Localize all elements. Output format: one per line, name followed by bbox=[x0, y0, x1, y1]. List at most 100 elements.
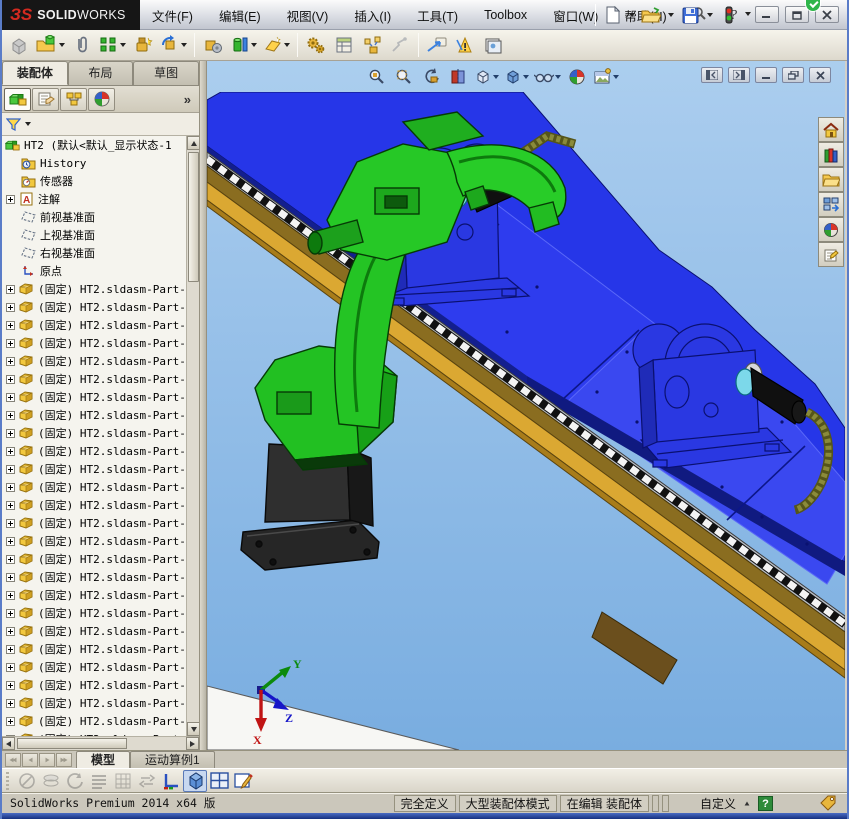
grid-toggle[interactable] bbox=[111, 770, 135, 792]
open-insert-part-button[interactable] bbox=[34, 32, 67, 58]
expand-icon[interactable] bbox=[6, 374, 15, 384]
filter-dropdown-icon[interactable] bbox=[25, 122, 31, 126]
tree-item-fixed-component[interactable]: (固定) HT2.sldasm-Part- bbox=[2, 280, 186, 298]
tree-item-fixed-component[interactable]: (固定) HT2.sldasm-Part- bbox=[2, 388, 186, 406]
expand-icon[interactable] bbox=[6, 482, 15, 492]
tab-motion-study[interactable]: 运动算例1 bbox=[130, 751, 215, 768]
expand-icon[interactable] bbox=[6, 536, 15, 546]
configurationmanager-tab[interactable] bbox=[60, 87, 87, 111]
status-customize[interactable]: 自定义 bbox=[700, 795, 736, 812]
open-dropdown-icon[interactable] bbox=[668, 13, 674, 17]
view-palette-button[interactable] bbox=[818, 192, 844, 217]
menu-toolbox[interactable]: Toolbox bbox=[482, 6, 529, 24]
collapse-pane-left-button[interactable] bbox=[701, 67, 723, 83]
previous-view-button[interactable] bbox=[419, 65, 443, 89]
expand-icon[interactable] bbox=[6, 356, 15, 366]
rotate-component-button[interactable] bbox=[158, 32, 189, 58]
view-orientation-button[interactable] bbox=[473, 65, 500, 89]
tree-item-fixed-component[interactable]: (固定) HT2.sldasm-Part- bbox=[2, 676, 186, 694]
mate-button[interactable] bbox=[69, 32, 95, 58]
scroll-left-button[interactable] bbox=[2, 737, 15, 750]
display-states-toggle[interactable] bbox=[39, 770, 63, 792]
tree-item-fixed-component[interactable]: (固定) HT2.sldasm-Part- bbox=[2, 298, 186, 316]
open-document-button[interactable] bbox=[639, 3, 663, 27]
expand-icon[interactable] bbox=[6, 662, 15, 672]
tree-item-fixed-component[interactable]: (固定) HT2.sldasm-Part- bbox=[2, 694, 186, 712]
expand-icon[interactable] bbox=[6, 590, 15, 600]
tab-model[interactable]: 模型 bbox=[76, 751, 131, 768]
coordinate-system-button[interactable] bbox=[159, 770, 183, 792]
expand-icon[interactable] bbox=[6, 644, 15, 654]
first-tab-button[interactable] bbox=[5, 753, 21, 767]
save-button[interactable] bbox=[678, 3, 702, 27]
insert-component-button[interactable] bbox=[6, 32, 32, 58]
tree-item-fixed-component[interactable]: (固定) HT2.sldasm-Part- bbox=[2, 424, 186, 442]
tree-item-fixed-component[interactable]: (固定) HT2.sldasm-Part- bbox=[2, 334, 186, 352]
section-view-toggle[interactable] bbox=[15, 770, 39, 792]
display-list-toggle[interactable] bbox=[87, 770, 111, 792]
component-pattern-button[interactable] bbox=[97, 32, 128, 58]
tree-item-fixed-component[interactable]: (固定) HT2.sldasm-Part- bbox=[2, 568, 186, 586]
menu-view[interactable]: 视图(V) bbox=[285, 4, 331, 27]
tree-item-fixed-component[interactable]: (固定) HT2.sldasm-Part- bbox=[2, 496, 186, 514]
bill-of-materials-button[interactable] bbox=[331, 32, 357, 58]
tree-item-fixed-component[interactable]: (固定) HT2.sldasm-Part- bbox=[2, 514, 186, 532]
section-view-button[interactable] bbox=[446, 65, 470, 89]
help-button[interactable]: ? bbox=[728, 6, 751, 22]
tree-item-fixed-component[interactable]: (固定) HT2.sldasm-Part- bbox=[2, 478, 186, 496]
expand-icon[interactable] bbox=[6, 446, 15, 456]
exploded-view-button[interactable] bbox=[359, 32, 385, 58]
expand-icon[interactable] bbox=[6, 500, 15, 510]
expand-icon[interactable] bbox=[6, 572, 15, 582]
viewport-layout-button[interactable] bbox=[207, 770, 231, 792]
move-component-button[interactable] bbox=[200, 32, 226, 58]
shaded-with-edges-button[interactable] bbox=[183, 769, 207, 792]
image-capture-button[interactable] bbox=[480, 32, 506, 58]
apply-scene-button[interactable] bbox=[592, 65, 620, 89]
assembly-xpert-button[interactable] bbox=[452, 32, 478, 58]
tree-item-sensors[interactable]: 传感器 bbox=[2, 172, 186, 190]
tree-item-fixed-component[interactable]: (固定) HT2.sldasm-Part- bbox=[2, 442, 186, 460]
save-dropdown-icon[interactable] bbox=[707, 13, 713, 17]
tree-vertical-scrollbar[interactable] bbox=[186, 136, 200, 736]
tree-item-fixed-component[interactable]: (固定) HT2.sldasm-Part- bbox=[2, 640, 186, 658]
menu-tools[interactable]: 工具(T) bbox=[415, 4, 460, 27]
tree-item-fixed-component[interactable]: (固定) HT2.sldasm-Part- bbox=[2, 622, 186, 640]
expand-icon[interactable] bbox=[6, 626, 15, 636]
zoom-to-area-button[interactable] bbox=[392, 65, 416, 89]
tree-item-annotations[interactable]: A 注解 bbox=[2, 190, 186, 208]
propertymanager-tab[interactable] bbox=[32, 87, 59, 111]
scrollbar-thumb[interactable] bbox=[188, 152, 199, 282]
expand-icon[interactable] bbox=[6, 284, 15, 294]
motion-study-button[interactable] bbox=[303, 32, 329, 58]
document-restore-button[interactable] bbox=[782, 67, 804, 83]
filter-funnel-icon[interactable] bbox=[6, 117, 21, 132]
expand-icon[interactable] bbox=[6, 716, 15, 726]
appearances-scenes-button[interactable] bbox=[818, 217, 844, 242]
minimize-button[interactable] bbox=[755, 6, 779, 23]
hide-show-items-button[interactable] bbox=[533, 65, 562, 89]
expand-icon[interactable] bbox=[6, 194, 15, 204]
expand-icon[interactable] bbox=[6, 680, 15, 690]
tree-root-assembly[interactable]: HT2 (默认<默认_显示状态-1 bbox=[2, 136, 186, 154]
last-tab-button[interactable] bbox=[56, 753, 72, 767]
new-document-button[interactable] bbox=[600, 3, 624, 27]
quick-sketch-button[interactable] bbox=[231, 770, 255, 792]
tree-item-origin[interactable]: 原点 bbox=[2, 262, 186, 280]
new-dropdown-icon[interactable] bbox=[629, 13, 635, 17]
solidworks-resources-button[interactable] bbox=[818, 117, 844, 142]
custom-properties-button[interactable] bbox=[818, 242, 844, 267]
expand-icon[interactable] bbox=[6, 428, 15, 438]
reference-geometry-button[interactable] bbox=[261, 32, 292, 58]
expand-icon[interactable] bbox=[6, 464, 15, 474]
rotate-view-toggle[interactable] bbox=[63, 770, 87, 792]
document-close-button[interactable] bbox=[809, 67, 831, 83]
h-scrollbar-thumb[interactable] bbox=[17, 738, 127, 749]
tag-icon[interactable] bbox=[819, 795, 837, 811]
tab-sketch[interactable]: 草图 bbox=[133, 61, 200, 85]
explode-line-sketch-button[interactable] bbox=[387, 32, 413, 58]
tree-item-fixed-component[interactable]: (固定) HT2.sldasm-Part- bbox=[2, 316, 186, 334]
menu-window[interactable]: 窗口(W) bbox=[551, 4, 600, 27]
menu-edit[interactable]: 编辑(E) bbox=[217, 4, 263, 27]
reverse-direction-toggle[interactable] bbox=[135, 770, 159, 792]
